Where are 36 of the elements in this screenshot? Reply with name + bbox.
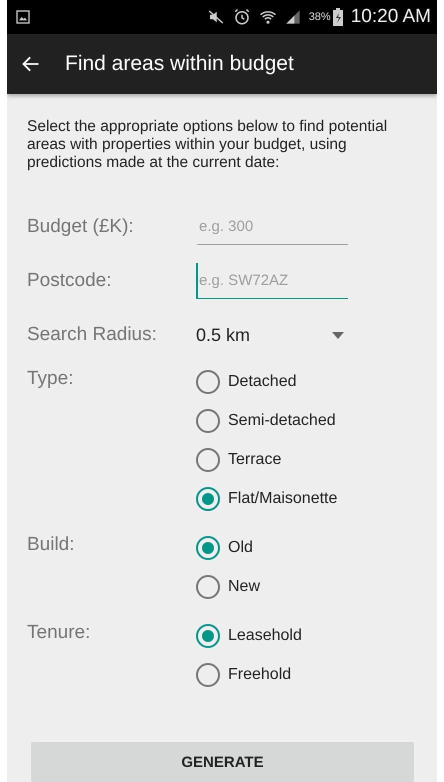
clock-time: 10:20 AM xyxy=(350,6,431,28)
option-label[interactable]: New xyxy=(228,578,260,596)
signal-icon xyxy=(284,8,301,25)
radius-dropdown[interactable]: 0.5 km xyxy=(196,324,346,346)
group-label: Type: xyxy=(27,367,74,391)
text-field[interactable]: e.g. 300 xyxy=(196,209,348,245)
radio-button[interactable] xyxy=(196,486,220,510)
radio-button[interactable] xyxy=(196,624,220,648)
dropdown-caret-icon xyxy=(332,332,344,338)
text-field[interactable]: e.g. SW72AZ xyxy=(196,263,348,299)
radio-button[interactable] xyxy=(196,448,220,472)
radio-button[interactable] xyxy=(196,536,220,560)
group-label: Build: xyxy=(27,533,76,557)
intro-text: Select the appropriate options below to find potential areas with properties within your budget, using predictions made at the current date: xyxy=(27,118,388,172)
option-label[interactable]: Freehold xyxy=(228,666,292,684)
field-label: Budget (£K): xyxy=(27,216,135,238)
image-icon xyxy=(15,8,31,25)
generate-button[interactable]: GENERATE xyxy=(31,742,414,782)
radio-button[interactable] xyxy=(196,574,220,598)
radio-button[interactable] xyxy=(196,662,220,686)
battery-icon xyxy=(332,8,343,26)
radio-button[interactable] xyxy=(196,408,220,432)
field-label: Postcode: xyxy=(27,270,112,292)
group-label: Tenure: xyxy=(27,621,92,645)
option-label[interactable]: Leasehold xyxy=(228,626,302,644)
radio-button[interactable] xyxy=(196,370,220,394)
mute-icon xyxy=(206,8,225,26)
option-label[interactable]: Detached xyxy=(228,372,296,390)
option-label[interactable]: Old xyxy=(228,538,253,556)
option-label[interactable]: Terrace xyxy=(228,450,282,468)
battery-percent: 38% xyxy=(308,10,331,23)
field-label: Search Radius: xyxy=(27,324,158,346)
screen-title: Find areas within budget xyxy=(65,52,294,76)
option-label[interactable]: Flat/Maisonette xyxy=(228,490,338,508)
alarm-icon xyxy=(232,8,251,26)
option-label[interactable]: Semi-detached xyxy=(228,412,336,430)
